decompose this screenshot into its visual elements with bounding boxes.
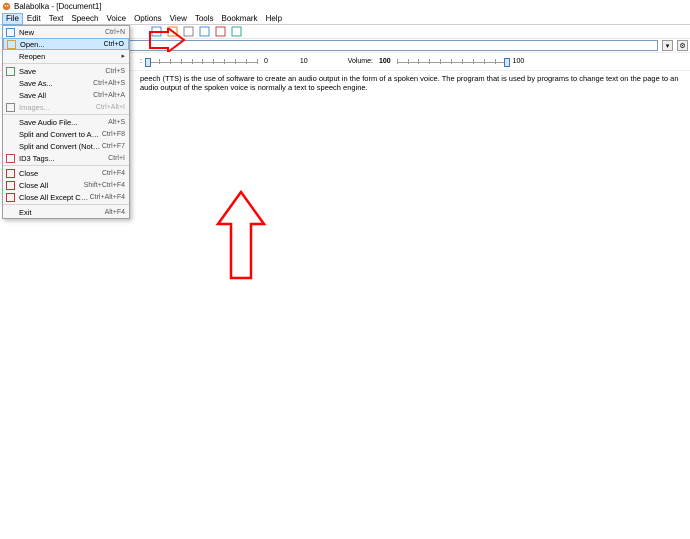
menu-file[interactable]: File <box>2 13 23 25</box>
voice-settings-button[interactable]: ⚙ <box>677 40 688 51</box>
app-icon <box>2 2 11 11</box>
menubar: FileEditTextSpeechVoiceOptionsViewToolsB… <box>0 13 690 25</box>
file-menu-item-reopen[interactable]: Reopen▸ <box>3 50 129 62</box>
slider1-min: 0 <box>264 58 268 65</box>
new-icon <box>3 28 17 37</box>
tag-icon[interactable] <box>214 26 226 38</box>
file-menu-item-save-all[interactable]: Save AllCtrl+Alt+A <box>3 89 129 101</box>
menu-item-label: Save All <box>17 91 93 100</box>
menu-bookmark[interactable]: Bookmark <box>218 13 262 25</box>
menu-item-shortcut: Ctrl+Alt+S <box>93 80 129 87</box>
app-window: Balabolka - [Document1] FileEditTextSpee… <box>0 0 690 539</box>
menu-item-label: Reopen <box>17 52 121 61</box>
tag-icon <box>3 154 17 163</box>
file-menu-item-exit[interactable]: ExitAlt+F4 <box>3 206 129 218</box>
menu-item-label: Split and Convert to Audio Files... <box>17 130 102 139</box>
slider2-value: 100 <box>379 58 391 65</box>
split-icon[interactable] <box>182 26 194 38</box>
voice-dropdown-arrow[interactable]: ▾ <box>662 40 673 51</box>
menu-item-label: New <box>17 28 105 37</box>
slider1-label: : <box>140 58 142 65</box>
file-menu-item-close-all[interactable]: Close AllShift+Ctrl+F4 <box>3 179 129 191</box>
menu-item-shortcut: Ctrl+F8 <box>102 131 129 138</box>
file-menu-item-save[interactable]: SaveCtrl+S <box>3 65 129 77</box>
annotation-arrow-up <box>214 190 268 282</box>
menu-separator <box>3 63 129 64</box>
close-all-icon <box>3 181 17 190</box>
menu-item-label: ID3 Tags... <box>17 154 108 163</box>
titlebar: Balabolka - [Document1] <box>0 0 690 13</box>
menu-item-shortcut: Ctrl+Alt+F4 <box>90 194 129 201</box>
file-menu-item-split-and-convert-to-audio-files[interactable]: Split and Convert to Audio Files...Ctrl+… <box>3 128 129 140</box>
window-title: Balabolka - [Document1] <box>14 2 102 11</box>
menu-speech[interactable]: Speech <box>67 13 102 25</box>
menu-item-label: Close All Except Current <box>17 193 90 202</box>
slider1[interactable] <box>148 56 258 68</box>
menu-item-label: Close All <box>17 181 84 190</box>
file-menu-item-close[interactable]: CloseCtrl+F4 <box>3 167 129 179</box>
menu-item-label: Images... <box>17 103 96 112</box>
file-menu-item-save-audio-file[interactable]: Save Audio File...Alt+S <box>3 116 129 128</box>
book-icon[interactable] <box>166 26 178 38</box>
menu-item-shortcut: Shift+Ctrl+F4 <box>84 182 129 189</box>
save-icon <box>3 67 17 76</box>
menu-item-shortcut: Ctrl+N <box>105 29 129 36</box>
menu-item-label: Save Audio File... <box>17 118 108 127</box>
menu-item-shortcut: Ctrl+O <box>104 41 128 48</box>
menu-options[interactable]: Options <box>130 13 166 25</box>
menu-separator <box>3 165 129 166</box>
menu-text[interactable]: Text <box>45 13 68 25</box>
menu-item-shortcut: Ctrl+Alt+I <box>96 104 129 111</box>
file-menu-item-open[interactable]: Open...Ctrl+O <box>3 38 129 50</box>
file-menu-item-id3-tags[interactable]: ID3 Tags...Ctrl+I <box>3 152 129 164</box>
menu-separator <box>3 204 129 205</box>
file-menu-item-save-as[interactable]: Save As...Ctrl+Alt+S <box>3 77 129 89</box>
file-menu-dropdown: NewCtrl+NOpen...Ctrl+OReopen▸SaveCtrl+SS… <box>2 25 130 219</box>
slider2-label: Volume: <box>348 58 373 65</box>
slider2[interactable] <box>397 56 507 68</box>
file-menu-item-split-and-convert-not-show-window[interactable]: Split and Convert (Not Show Window)Ctrl+… <box>3 140 129 152</box>
menu-view[interactable]: View <box>166 13 191 25</box>
open-icon <box>4 40 18 49</box>
menu-item-label: Close <box>17 169 102 178</box>
close-all-icon <box>3 193 17 202</box>
menu-edit[interactable]: Edit <box>23 13 45 25</box>
menu-item-shortcut: Ctrl+S <box>105 68 129 75</box>
menu-voice[interactable]: Voice <box>103 13 131 25</box>
menu-item-shortcut: Ctrl+F4 <box>102 170 129 177</box>
menu-item-shortcut: Alt+S <box>108 119 129 126</box>
menu-separator <box>3 114 129 115</box>
submenu-arrow-icon: ▸ <box>121 52 129 60</box>
menu-item-label: Save As... <box>17 79 93 88</box>
image-icon <box>3 103 17 112</box>
menu-item-label: Split and Convert (Not Show Window) <box>17 142 102 151</box>
sheet-icon[interactable] <box>198 26 210 38</box>
menu-tools[interactable]: Tools <box>191 13 218 25</box>
menu-item-shortcut: Ctrl+I <box>108 155 129 162</box>
menu-item-shortcut: Ctrl+F7 <box>102 143 129 150</box>
menu-help[interactable]: Help <box>262 13 286 25</box>
menu-item-label: Open... <box>18 40 104 49</box>
menu-item-label: Save <box>17 67 105 76</box>
file-menu-item-close-all-except-current[interactable]: Close All Except CurrentCtrl+Alt+F4 <box>3 191 129 203</box>
menu-item-shortcut: Ctrl+Alt+A <box>93 92 129 99</box>
file-menu-item-images: Images...Ctrl+Alt+I <box>3 101 129 113</box>
menu-item-label: Exit <box>17 208 105 217</box>
close-icon <box>3 169 17 178</box>
question-icon[interactable] <box>230 26 242 38</box>
doc-icon[interactable] <box>150 26 162 38</box>
file-menu-item-new[interactable]: NewCtrl+N <box>3 26 129 38</box>
slider1-max: 10 <box>300 58 308 65</box>
slider2-max: 100 <box>513 58 525 65</box>
menu-item-shortcut: Alt+F4 <box>105 209 129 216</box>
